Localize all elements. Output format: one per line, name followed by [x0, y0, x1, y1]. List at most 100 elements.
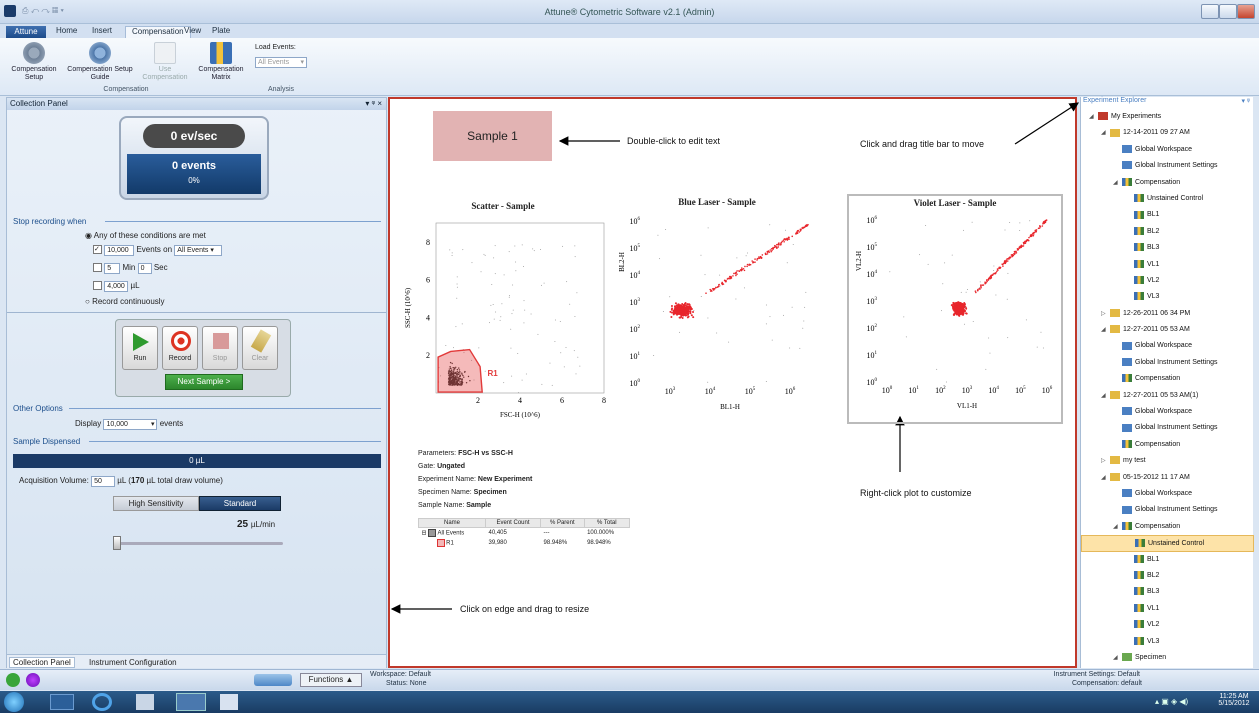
compensation-setup-guide-button[interactable]: Compensation Setup Guide: [64, 42, 136, 82]
tree-node[interactable]: Unstained Control: [1081, 191, 1254, 207]
expander-icon[interactable]: ◢: [1089, 109, 1098, 125]
explorer-app-icon[interactable]: [136, 694, 154, 710]
slider-thumb[interactable]: [113, 536, 121, 550]
expander-icon[interactable]: ▷: [1101, 453, 1110, 469]
tree-node[interactable]: ◢ Compensation: [1081, 519, 1254, 535]
pin-icon[interactable]: ▾ ᵠ ×: [365, 98, 386, 110]
record-continuously-radio[interactable]: ○ Record continuously: [85, 297, 165, 306]
stop-button[interactable]: Stop: [202, 326, 238, 370]
tree-node[interactable]: BL2: [1081, 568, 1254, 584]
any-conditions-radio[interactable]: ◉ Any of these conditions are met: [85, 231, 206, 240]
explorer-header[interactable]: Experiment Explorer ▾ ᵠ: [1081, 97, 1253, 107]
laser-status-icon[interactable]: [26, 673, 40, 687]
events-scope-select[interactable]: All Events ▾: [174, 245, 223, 256]
workspace-area[interactable]: Sample 1 Double-click to edit text Click…: [388, 97, 1079, 668]
file-tab[interactable]: Attune: [6, 26, 46, 38]
tree-node[interactable]: Global Instrument Settings: [1081, 502, 1254, 518]
acquisition-volume-field[interactable]: 50: [91, 476, 116, 487]
volume-checkbox[interactable]: [93, 281, 102, 291]
minimize-button[interactable]: [1201, 4, 1219, 19]
tree-node[interactable]: BL2: [1081, 224, 1254, 240]
expander-icon[interactable]: ◢: [1113, 175, 1122, 191]
time-checkbox[interactable]: [93, 263, 102, 273]
tray-icons[interactable]: ▴ ▣ ◈ ◀): [1155, 697, 1188, 706]
seconds-field[interactable]: 0: [137, 263, 152, 274]
close-button[interactable]: [1237, 4, 1255, 19]
tab-insert[interactable]: Insert: [86, 26, 118, 38]
tree-node[interactable]: Unstained Control: [1081, 535, 1254, 552]
plot-tools-icon[interactable]: [254, 674, 292, 686]
tree-node[interactable]: BL1: [1081, 552, 1254, 568]
compensation-matrix-button[interactable]: Compensation Matrix: [194, 42, 248, 82]
volume-field[interactable]: 4,000: [104, 281, 129, 292]
tree-node[interactable]: ◢ Compensation: [1081, 175, 1254, 191]
next-sample-button[interactable]: Next Sample >: [165, 374, 243, 390]
tab-instrument-configuration[interactable]: Instrument Configuration: [89, 658, 177, 667]
desktop-icon[interactable]: [50, 694, 74, 710]
violet-laser-canvas[interactable]: 100 101 102 103 104 105 106 100 101 102 103 104 105 1…: [849, 212, 1061, 424]
check-icon[interactable]: [6, 673, 20, 687]
tree-node[interactable]: Global Instrument Settings: [1081, 158, 1254, 174]
compensation-setup-button[interactable]: Compensation Setup: [8, 42, 60, 82]
flow-rate-slider[interactable]: [113, 536, 283, 550]
tree-node[interactable]: ◢ 05-15-2012 11 17 AM: [1081, 470, 1254, 486]
expander-icon[interactable]: ▷: [1101, 306, 1110, 322]
run-button[interactable]: Run: [122, 326, 158, 370]
tree-node[interactable]: Global Instrument Settings: [1081, 355, 1254, 371]
tree-node[interactable]: Global Workspace: [1081, 142, 1254, 158]
tree-node[interactable]: BL3: [1081, 240, 1254, 256]
pin-icon[interactable]: ▾ ᵠ: [1241, 97, 1253, 105]
tree-node[interactable]: Global Workspace: [1081, 404, 1254, 420]
table-row[interactable]: R1 39,980 98.948% 98.948%: [419, 538, 630, 548]
tree-node[interactable]: VL2: [1081, 273, 1254, 289]
functions-button[interactable]: Functions ▲: [300, 673, 362, 687]
table-row[interactable]: ⊟ All Events 40,405 --- 100.000%: [419, 528, 630, 539]
tab-collection-panel[interactable]: Collection Panel: [9, 657, 75, 668]
expander-icon[interactable]: ◢: [1101, 388, 1110, 404]
tree-node[interactable]: ◢ 12-14-2011 09 27 AM: [1081, 125, 1254, 141]
standard-button[interactable]: Standard: [199, 496, 281, 511]
collapse-icon[interactable]: ⊟: [422, 531, 427, 537]
tree-node[interactable]: ▷ my test: [1081, 453, 1254, 469]
expander-icon[interactable]: ◢: [1113, 650, 1122, 666]
clock[interactable]: 11:25 AM 5/15/2012: [1212, 693, 1256, 707]
start-icon[interactable]: [4, 692, 24, 712]
maximize-button[interactable]: [1219, 4, 1237, 19]
tree-node[interactable]: Global Workspace: [1081, 338, 1254, 354]
attune-app-icon[interactable]: [176, 693, 206, 711]
events-count-field[interactable]: 10,000: [104, 245, 135, 256]
ie-icon[interactable]: [92, 693, 112, 711]
expander-icon[interactable]: ◢: [1101, 470, 1110, 486]
scatter-plot[interactable]: Scatter - Sample R1 2 4 6 8 2 4 6 8 FSC-H (10^6) S…: [398, 199, 608, 427]
minutes-field[interactable]: 5: [104, 263, 121, 274]
tree-node[interactable]: VL3: [1081, 289, 1254, 305]
tab-home[interactable]: Home: [50, 26, 83, 38]
record-button[interactable]: Record: [162, 326, 198, 370]
load-events-select[interactable]: All Events ▾: [255, 57, 307, 68]
violet-laser-plot[interactable]: Violet Laser - Sample 100 101 102 103 104 105…: [847, 194, 1063, 424]
tree-node[interactable]: BL1: [1081, 207, 1254, 223]
tree-node[interactable]: BL3: [1081, 584, 1254, 600]
paint-app-icon[interactable]: [220, 694, 238, 710]
blue-laser-plot[interactable]: Blue Laser - Sample 103 104 105 106 100 101 10…: [612, 197, 822, 427]
tree-node[interactable]: Global Workspace: [1081, 486, 1254, 502]
tree-node[interactable]: ◢ My Experiments: [1081, 109, 1254, 125]
expander-icon[interactable]: ◢: [1113, 519, 1122, 535]
tree-node[interactable]: Compensation: [1081, 437, 1254, 453]
blue-laser-canvas[interactable]: 103 104 105 106 100 101 102 103 104 105 106 BL1-H BL…: [612, 213, 822, 427]
tree-node[interactable]: VL1: [1081, 601, 1254, 617]
tree-node[interactable]: Global Instrument Settings: [1081, 420, 1254, 436]
tree-node[interactable]: VL2: [1081, 617, 1254, 633]
scatter-plot-canvas[interactable]: R1 2 4 6 8 2 4 6 8 FSC-H (10^6) SSC-H (10^6): [398, 213, 608, 427]
tree-node[interactable]: Compensation: [1081, 371, 1254, 387]
tree-node[interactable]: ◢ 12-27-2011 05 53 AM(1): [1081, 388, 1254, 404]
clear-button[interactable]: Clear: [242, 326, 278, 370]
display-select[interactable]: 10,000 ▾: [103, 419, 158, 430]
expander-icon[interactable]: ◢: [1101, 322, 1110, 338]
panel-header[interactable]: Collection Panel ▾ ᵠ ×: [7, 98, 386, 110]
expander-icon[interactable]: ◢: [1101, 125, 1110, 141]
use-compensation-button[interactable]: Use Compensation: [140, 42, 190, 82]
tree-node[interactable]: VL1: [1081, 257, 1254, 273]
tree-node[interactable]: ▷ 12-26-2011 06 34 PM: [1081, 306, 1254, 322]
tree-node[interactable]: ◢ 12-27-2011 05 53 AM: [1081, 322, 1254, 338]
